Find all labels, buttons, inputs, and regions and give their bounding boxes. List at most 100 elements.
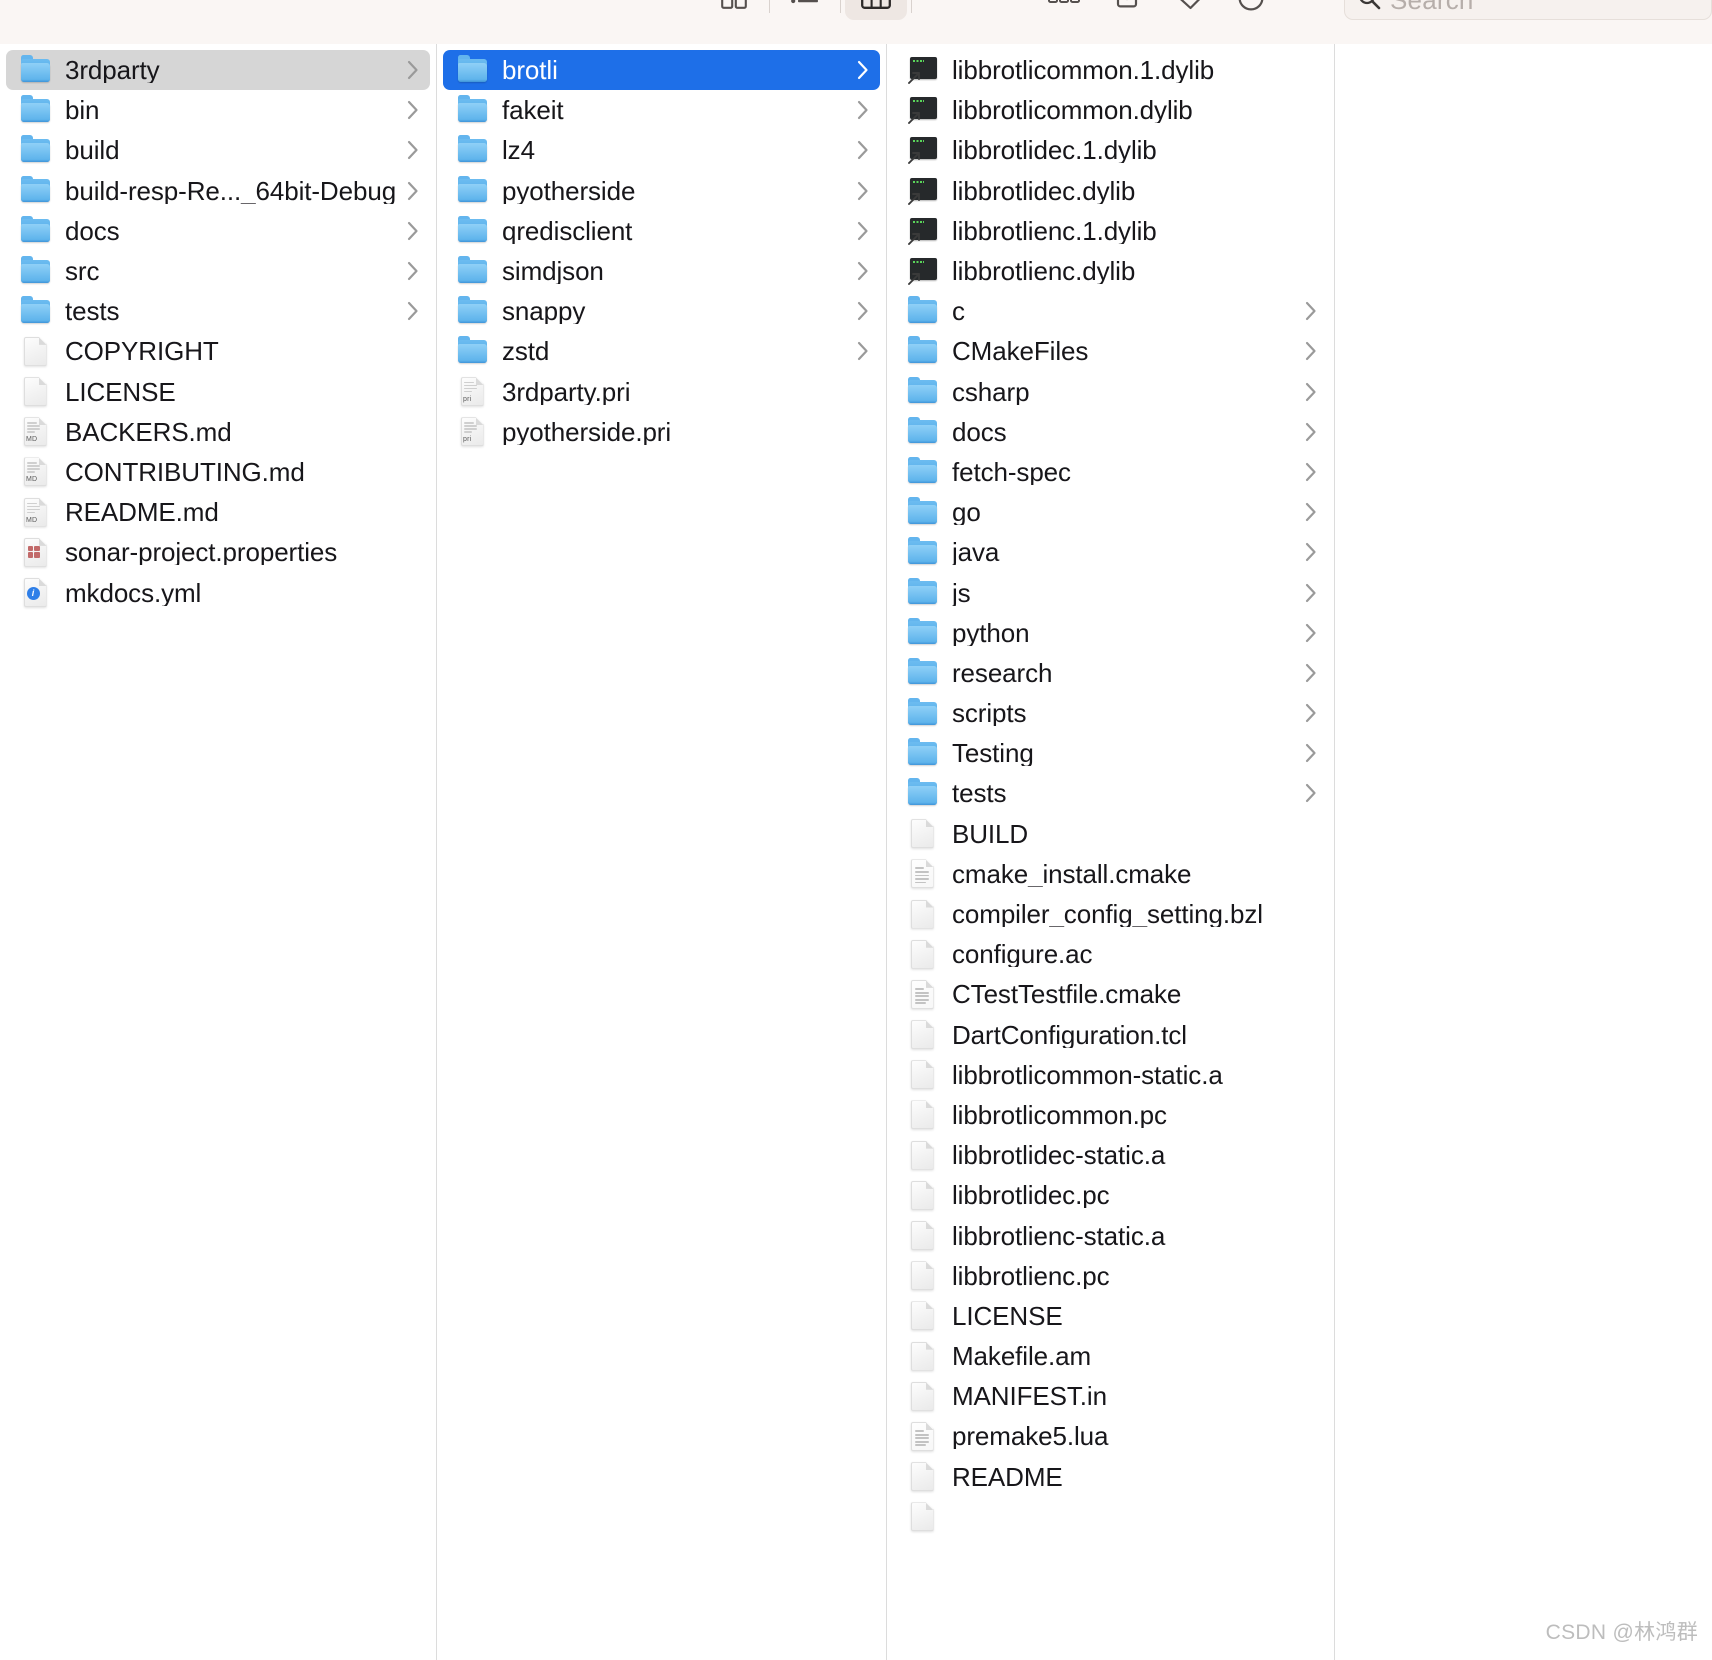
list-view-button[interactable] bbox=[774, 0, 836, 20]
list-item[interactable]: java bbox=[893, 532, 1328, 572]
chevron-right-icon bbox=[1304, 421, 1318, 443]
list-item[interactable]: docs bbox=[893, 412, 1328, 452]
icon-view-button[interactable] bbox=[703, 0, 765, 20]
list-item[interactable]: pri 3rdparty.pri bbox=[443, 372, 880, 412]
list-item[interactable]: scripts bbox=[893, 693, 1328, 733]
search-icon bbox=[1357, 0, 1381, 15]
list-item[interactable]: CTestTestfile.cmake bbox=[893, 974, 1328, 1014]
list-item[interactable]: DartConfiguration.tcl bbox=[893, 1015, 1328, 1055]
list-item[interactable]: premake5.lua bbox=[893, 1416, 1328, 1456]
share-button[interactable] bbox=[1096, 0, 1158, 20]
chevron-right-icon bbox=[1304, 501, 1318, 523]
list-item[interactable]: csharp bbox=[893, 372, 1328, 412]
list-item[interactable]: fetch-spec bbox=[893, 452, 1328, 492]
list-item[interactable]: CMakeFiles bbox=[893, 331, 1328, 371]
folder-icon bbox=[907, 657, 937, 685]
list-item[interactable]: MD README.md bbox=[6, 492, 430, 532]
folder-icon bbox=[457, 215, 487, 243]
search-field[interactable]: Search bbox=[1344, 0, 1712, 20]
list-item[interactable]: js bbox=[893, 572, 1328, 612]
list-item[interactable]: Testing bbox=[893, 733, 1328, 773]
list-item[interactable]: zstd bbox=[443, 331, 880, 371]
list-item[interactable]: MD BACKERS.md bbox=[6, 412, 430, 452]
folder-icon bbox=[457, 175, 487, 203]
gallery-view-button[interactable] bbox=[916, 0, 978, 20]
item-icon bbox=[20, 256, 50, 286]
document-icon bbox=[910, 1301, 934, 1331]
list-item[interactable]: research bbox=[893, 653, 1328, 693]
list-item[interactable]: LICENSE bbox=[6, 372, 430, 412]
item-icon bbox=[457, 135, 487, 165]
list-item[interactable]: tests bbox=[6, 291, 430, 331]
column-1[interactable]: 3rdparty bin build build-resp-Re..._64bit-D… bbox=[0, 44, 436, 1660]
chevron-right-icon bbox=[1304, 340, 1318, 362]
list-item[interactable]: brotli bbox=[443, 50, 880, 91]
list-item[interactable]: snappy bbox=[443, 291, 880, 331]
list-item[interactable]: fakeit bbox=[443, 90, 880, 130]
list-item[interactable]: cmake_install.cmake bbox=[893, 854, 1328, 894]
item-label: compiler_config_setting.bzl bbox=[952, 901, 1263, 928]
list-item[interactable]: pri pyotherside.pri bbox=[443, 412, 880, 452]
list-item[interactable]: bin bbox=[6, 90, 430, 130]
list-item[interactable]: tests bbox=[893, 773, 1328, 813]
list-item[interactable]: python bbox=[893, 613, 1328, 653]
list-item[interactable]: configure.ac bbox=[893, 934, 1328, 974]
list-item[interactable]: MANIFEST.in bbox=[893, 1376, 1328, 1416]
list-item[interactable]: libbrotlienc.pc bbox=[893, 1256, 1328, 1296]
list-item[interactable]: simdjson bbox=[443, 251, 880, 291]
list-item[interactable]: docs bbox=[6, 211, 430, 251]
list-item[interactable]: src bbox=[6, 251, 430, 291]
list-item[interactable]: sonar-project.properties bbox=[6, 532, 430, 572]
column-3[interactable]: libbrotlicommon.1.dylib libbrotlicommon.d… bbox=[886, 44, 1334, 1660]
group-by-button[interactable] bbox=[1034, 0, 1096, 20]
list-item[interactable]: BUILD bbox=[893, 814, 1328, 854]
column-view-button[interactable] bbox=[845, 0, 907, 20]
item-icon bbox=[907, 979, 937, 1009]
chevron-right-icon bbox=[856, 59, 870, 81]
list-item[interactable]: pyotherside bbox=[443, 171, 880, 211]
list-item[interactable]: Makefile.am bbox=[893, 1336, 1328, 1376]
item-icon: MD bbox=[20, 417, 50, 447]
column-2[interactable]: brotli fakeit lz4 pyotherside qredisclient si… bbox=[436, 44, 886, 1660]
gallery-icon bbox=[933, 0, 961, 13]
folder-icon bbox=[907, 778, 937, 805]
list-item[interactable]: lz4 bbox=[443, 130, 880, 170]
list-item[interactable]: qredisclient bbox=[443, 211, 880, 251]
chevron-right-icon bbox=[406, 99, 420, 121]
list-item[interactable]: README bbox=[893, 1457, 1328, 1497]
list-item[interactable]: libbrotlienc-static.a bbox=[893, 1215, 1328, 1255]
list-item[interactable]: libbrotlicommon.pc bbox=[893, 1095, 1328, 1135]
list-item[interactable]: LICENSE bbox=[893, 1296, 1328, 1336]
action-button[interactable] bbox=[1220, 0, 1282, 20]
list-item[interactable]: libbrotlienc.dylib bbox=[893, 251, 1328, 291]
item-icon bbox=[457, 215, 487, 246]
item-label: CONTRIBUTING.md bbox=[65, 458, 305, 485]
tags-button[interactable] bbox=[1158, 0, 1220, 20]
search-input[interactable]: Search bbox=[1390, 0, 1474, 16]
item-label: premake5.lua bbox=[952, 1423, 1109, 1450]
list-item[interactable]: i mkdocs.yml bbox=[6, 572, 430, 612]
list-item[interactable]: go bbox=[893, 492, 1328, 532]
item-icon bbox=[907, 1381, 937, 1411]
column-4-preview[interactable] bbox=[1334, 44, 1712, 1660]
list-item[interactable]: libbrotlicommon.1.dylib bbox=[893, 50, 1328, 90]
list-item[interactable]: MD CONTRIBUTING.md bbox=[6, 452, 430, 492]
list-item[interactable]: COPYRIGHT bbox=[6, 331, 430, 371]
list-item[interactable]: libbrotlidec-static.a bbox=[893, 1135, 1328, 1175]
view-mode-segmented-control[interactable] bbox=[703, 0, 978, 20]
yaml-document-icon: i bbox=[23, 578, 47, 608]
item-icon bbox=[907, 1301, 937, 1331]
list-item[interactable] bbox=[893, 1497, 1328, 1537]
list-item[interactable]: libbrotlicommon.dylib bbox=[893, 90, 1328, 130]
document-icon bbox=[23, 377, 47, 407]
list-item[interactable]: libbrotlidec.pc bbox=[893, 1175, 1328, 1215]
list-item[interactable]: c bbox=[893, 291, 1328, 331]
list-item[interactable]: build-resp-Re..._64bit-Debug bbox=[6, 171, 430, 211]
list-item[interactable]: libbrotlienc.1.dylib bbox=[893, 211, 1328, 251]
list-item[interactable]: compiler_config_setting.bzl bbox=[893, 894, 1328, 934]
list-item[interactable]: build bbox=[6, 130, 430, 170]
list-item[interactable]: libbrotlidec.1.dylib bbox=[893, 130, 1328, 170]
list-item[interactable]: libbrotlicommon-static.a bbox=[893, 1055, 1328, 1095]
list-item[interactable]: 3rdparty bbox=[6, 50, 430, 91]
list-item[interactable]: libbrotlidec.dylib bbox=[893, 171, 1328, 211]
